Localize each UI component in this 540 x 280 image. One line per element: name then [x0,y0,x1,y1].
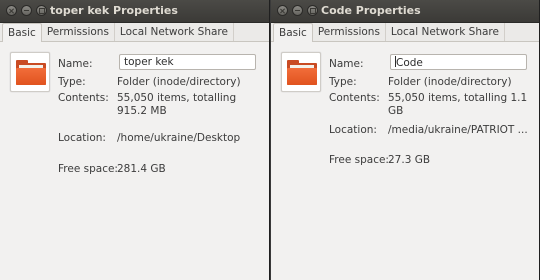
free-space-label: Free space: [329,154,389,166]
tab-basic[interactable]: Basic [2,23,42,42]
type-value: Folder (inode/directory) [117,76,241,88]
location-value: /home/ukraine/Desktop [117,132,241,144]
location-label: Location: [58,132,106,144]
free-space-value: 281.4 GB [117,163,166,175]
minimize-icon[interactable] [21,5,32,16]
name-field[interactable]: toper kek [119,54,256,70]
window-title: Code Properties [321,4,421,17]
type-label: Type: [58,76,86,88]
contents-value: 55,050 items, totalling 1.1 GB [388,92,528,117]
name-field-value: toper kek [124,56,174,68]
maximize-icon[interactable] [307,5,318,16]
tab-basic[interactable]: Basic [273,23,313,42]
title-bar[interactable]: toper kek Properties [0,0,269,23]
tab-bar: Basic Permissions Local Network Share [0,23,269,42]
basic-panel: Name: toper kek Type: Folder (inode/dire… [0,42,269,280]
folder-icon[interactable] [10,52,50,92]
tab-bar: Basic Permissions Local Network Share [271,23,539,42]
type-label: Type: [329,76,357,88]
close-icon[interactable] [6,5,17,16]
name-field-value: Code [396,57,423,69]
basic-panel: Name: Code Type: Folder (inode/directory… [271,42,539,280]
tab-permissions[interactable]: Permissions [42,23,115,41]
minimize-icon[interactable] [292,5,303,16]
tab-local-network-share[interactable]: Local Network Share [115,23,234,41]
window-title: toper kek Properties [50,4,178,17]
location-label: Location: [329,124,377,136]
free-space-label: Free space: [58,163,118,175]
name-label: Name: [58,58,93,70]
type-value: Folder (inode/directory) [388,76,512,88]
name-field[interactable]: Code [390,54,527,70]
close-icon[interactable] [277,5,288,16]
window-controls [6,5,47,16]
location-value: /media/ukraine/PATRIOT ... [388,124,528,136]
properties-window-code: Code Properties Basic Permissions Local … [270,0,540,280]
folder-icon[interactable] [281,52,321,92]
contents-label: Contents: [58,92,109,104]
title-bar[interactable]: Code Properties [271,0,539,23]
maximize-icon[interactable] [36,5,47,16]
tab-permissions[interactable]: Permissions [313,23,386,41]
tab-local-network-share[interactable]: Local Network Share [386,23,505,41]
name-label: Name: [329,58,364,70]
window-controls [277,5,318,16]
free-space-value: 27.3 GB [388,154,431,166]
properties-window-toper-kek: toper kek Properties Basic Permissions L… [0,0,270,280]
contents-value: 55,050 items, totalling 915.2 MB [117,92,237,117]
contents-label: Contents: [329,92,380,104]
